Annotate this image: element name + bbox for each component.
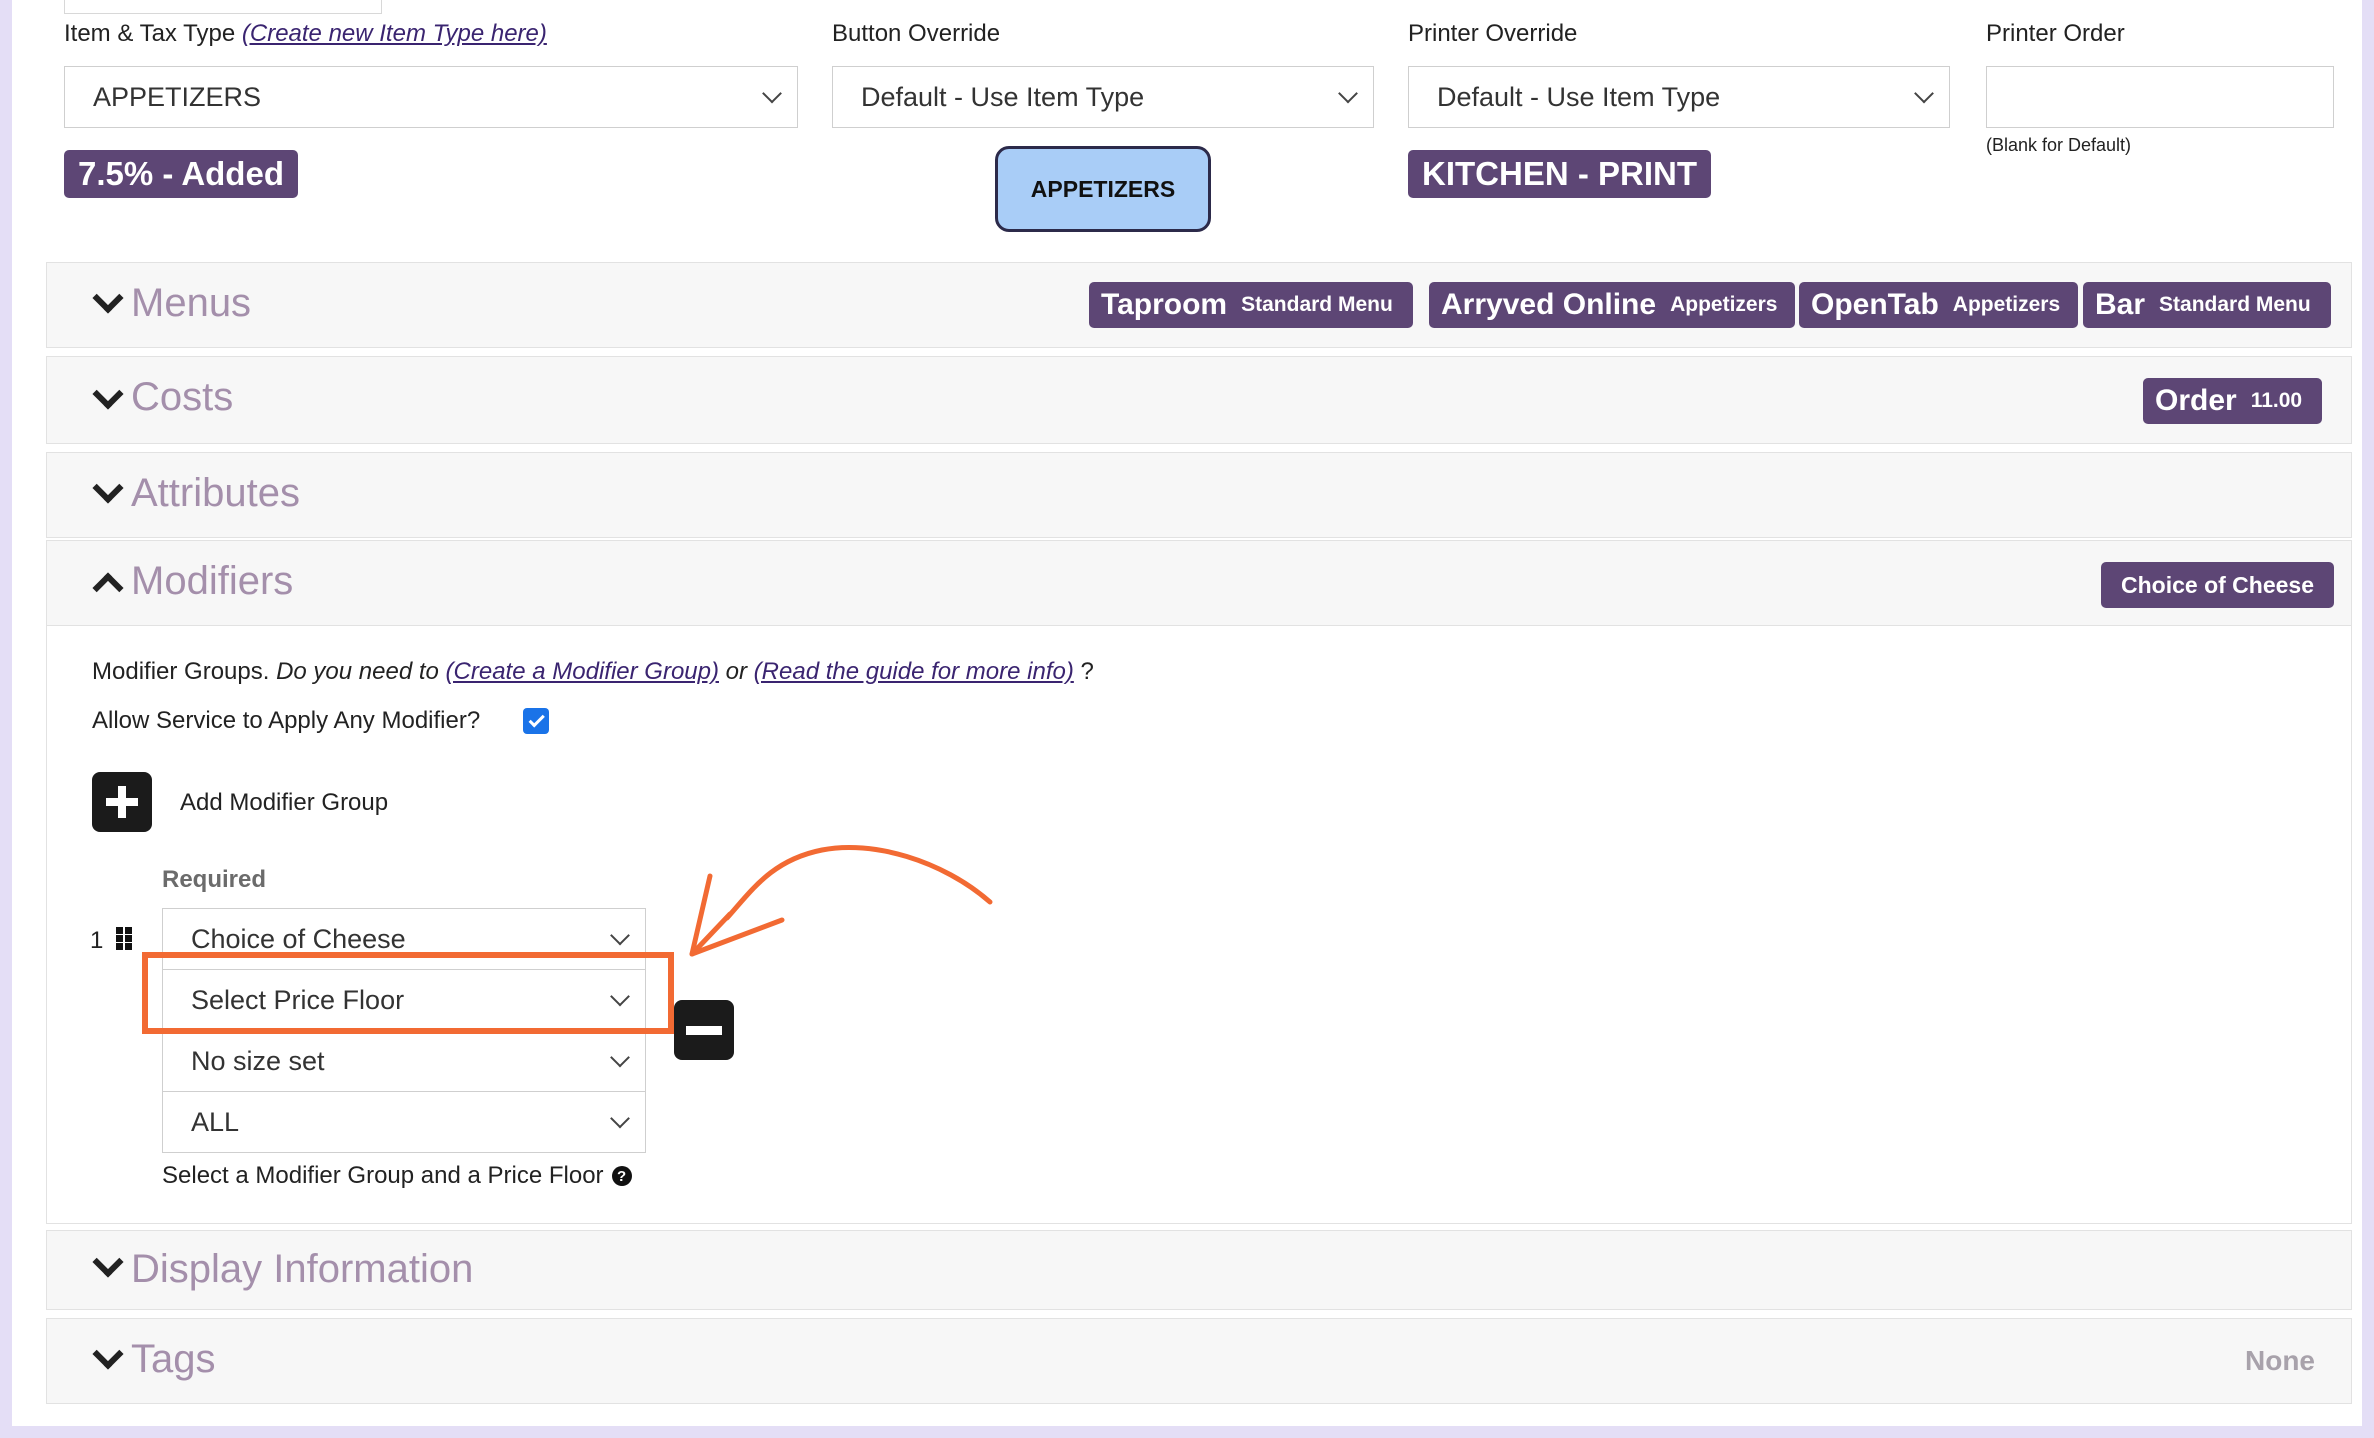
chevron-down-icon xyxy=(610,1047,630,1068)
highlight-box xyxy=(142,952,674,1034)
chevron-down-icon xyxy=(92,378,124,410)
tax-badge-text: 7.5% - Added xyxy=(78,155,284,192)
printer-override-select[interactable]: Default - Use Item Type xyxy=(1408,66,1950,128)
question-circle-icon[interactable]: ? xyxy=(611,1166,632,1186)
scope-select-value: ALL xyxy=(191,1106,240,1137)
drag-handle-dot xyxy=(116,935,123,942)
size-select[interactable]: No size set xyxy=(162,1030,646,1092)
menu-badge-name: Taproom xyxy=(1101,288,1228,321)
menu-badge-detail: Appetizers xyxy=(1952,293,2061,316)
create-modifier-group-link[interactable]: (Create a Modifier Group) xyxy=(446,658,719,685)
minus-icon xyxy=(686,1026,722,1035)
button-override-select[interactable]: Default - Use Item Type xyxy=(832,66,1374,128)
modifiers-section-header[interactable]: Modifiers xyxy=(46,540,2352,626)
modifier-help-text: Select a Modifier Group and a Price Floo… xyxy=(162,1162,604,1189)
add-modifier-group-button[interactable] xyxy=(92,772,152,832)
drag-handle-dot xyxy=(125,935,132,942)
tags-section-header[interactable]: Tags None xyxy=(46,1318,2352,1404)
chevron-down-icon xyxy=(92,1246,124,1278)
top-partial-field xyxy=(64,0,382,14)
printer-order-hint: (Blank for Default) xyxy=(1986,135,2132,155)
printer-override-value: Default - Use Item Type xyxy=(1437,81,1721,112)
item-tax-label: Item & Tax Type xyxy=(64,20,236,47)
chevron-down-icon xyxy=(1338,83,1358,104)
display-information-title: Display Information xyxy=(131,1247,474,1291)
add-modifier-group-label[interactable]: Add Modifier Group xyxy=(180,789,388,817)
chevron-down-icon xyxy=(1914,83,1934,104)
drag-handle-dot xyxy=(116,943,123,950)
display-information-section-header[interactable]: Display Information xyxy=(46,1230,2352,1310)
allow-any-modifier-label: Allow Service to Apply Any Modifier? xyxy=(92,707,481,734)
modifiers-title: Modifiers xyxy=(131,559,294,603)
menu-badge-name: OpenTab xyxy=(1811,288,1939,321)
menus-title: Menus xyxy=(131,281,252,325)
menu-badge-taproom: Taproom Standard Menu xyxy=(1089,282,1413,328)
tax-badge: 7.5% - Added xyxy=(64,150,298,198)
costs-section-header[interactable]: Costs xyxy=(46,356,2352,444)
chevron-down-icon xyxy=(92,472,124,504)
item-tax-select-value: APPETIZERS xyxy=(93,81,262,112)
menu-badge-opentab: OpenTab Appetizers xyxy=(1799,282,2079,328)
button-override-label: Button Override xyxy=(832,20,1001,47)
size-select-value: No size set xyxy=(191,1045,325,1076)
drag-handle-icon[interactable] xyxy=(114,926,134,950)
order-cost-value: 11.00 xyxy=(2250,389,2303,412)
menu-badge-detail: Appetizers xyxy=(1670,293,1778,316)
chevron-down-icon xyxy=(610,1108,630,1129)
modifier-intro: Modifier Groups. Do you need to (Create … xyxy=(92,658,1094,686)
printer-badge-text: KITCHEN - PRINT xyxy=(1422,155,1697,192)
menu-badge-bar: Bar Standard Menu xyxy=(2083,282,2331,328)
modifier-intro-or: or xyxy=(725,658,747,685)
order-cost-badge: Order 11.00 xyxy=(2143,378,2323,424)
modifier-badge: Choice of Cheese xyxy=(2101,562,2334,608)
plus-icon-vertical xyxy=(118,786,126,818)
menu-badge-detail: Standard Menu xyxy=(1241,293,1393,316)
printer-order-input[interactable] xyxy=(1986,66,2334,128)
menu-badge-arryved-online: Arryved Online Appetizers xyxy=(1429,282,1796,328)
chevron-down-icon xyxy=(92,282,124,314)
menu-badge-name: Arryved Online xyxy=(1441,288,1657,321)
drag-handle-dot xyxy=(125,943,132,950)
chevron-down-icon xyxy=(762,83,782,104)
required-label: Required xyxy=(162,866,267,893)
chevron-down-icon xyxy=(610,925,630,946)
modifier-help-row: Select a Modifier Group and a Price Floo… xyxy=(162,1162,632,1190)
chevron-down-icon xyxy=(92,1338,124,1370)
button-preview[interactable]: APPETIZERS xyxy=(995,146,1211,232)
modifier-badge-text: Choice of Cheese xyxy=(2121,571,2314,598)
printer-override-label: Printer Override xyxy=(1408,20,1578,47)
read-guide-link[interactable]: (Read the guide for more info) xyxy=(754,658,1074,685)
modifier-intro-text: Modifier Groups. xyxy=(92,658,270,685)
costs-title: Costs xyxy=(131,375,234,419)
drag-handle-dot xyxy=(125,927,132,934)
item-tax-select[interactable]: APPETIZERS xyxy=(64,66,798,128)
printer-order-label: Printer Order xyxy=(1986,20,2125,47)
allow-any-modifier-checkbox[interactable] xyxy=(523,708,549,734)
modifier-row-number: 1 xyxy=(90,927,104,954)
drag-handle-dot xyxy=(116,927,123,934)
printer-badge: KITCHEN - PRINT xyxy=(1408,150,1711,198)
scope-select[interactable]: ALL xyxy=(162,1091,646,1153)
item-tax-label-row: Item & Tax Type (Create new Item Type he… xyxy=(64,20,547,48)
annotation-arrow-icon xyxy=(689,845,993,957)
menu-badge-name: Bar xyxy=(2095,288,2146,321)
page: Item & Tax Type (Create new Item Type he… xyxy=(12,0,2362,1426)
check-icon xyxy=(528,710,545,728)
order-cost-label: Order xyxy=(2155,384,2237,417)
button-preview-label: APPETIZERS xyxy=(1030,175,1176,202)
chevron-up-icon xyxy=(92,572,124,604)
modifier-intro-question: Do you need to xyxy=(276,658,439,685)
button-override-value: Default - Use Item Type xyxy=(861,81,1145,112)
create-item-type-link[interactable]: (Create new Item Type here) xyxy=(242,20,547,47)
attributes-title: Attributes xyxy=(131,471,300,515)
attributes-section-header[interactable]: Attributes xyxy=(46,452,2352,538)
remove-modifier-button[interactable] xyxy=(674,1000,734,1060)
tags-value: None xyxy=(2245,1345,2315,1376)
menu-badge-detail: Standard Menu xyxy=(2159,293,2311,316)
modifier-group-select-value: Choice of Cheese xyxy=(191,923,406,954)
modifier-intro-end: ? xyxy=(1080,658,1094,685)
tags-title: Tags xyxy=(131,1337,216,1381)
